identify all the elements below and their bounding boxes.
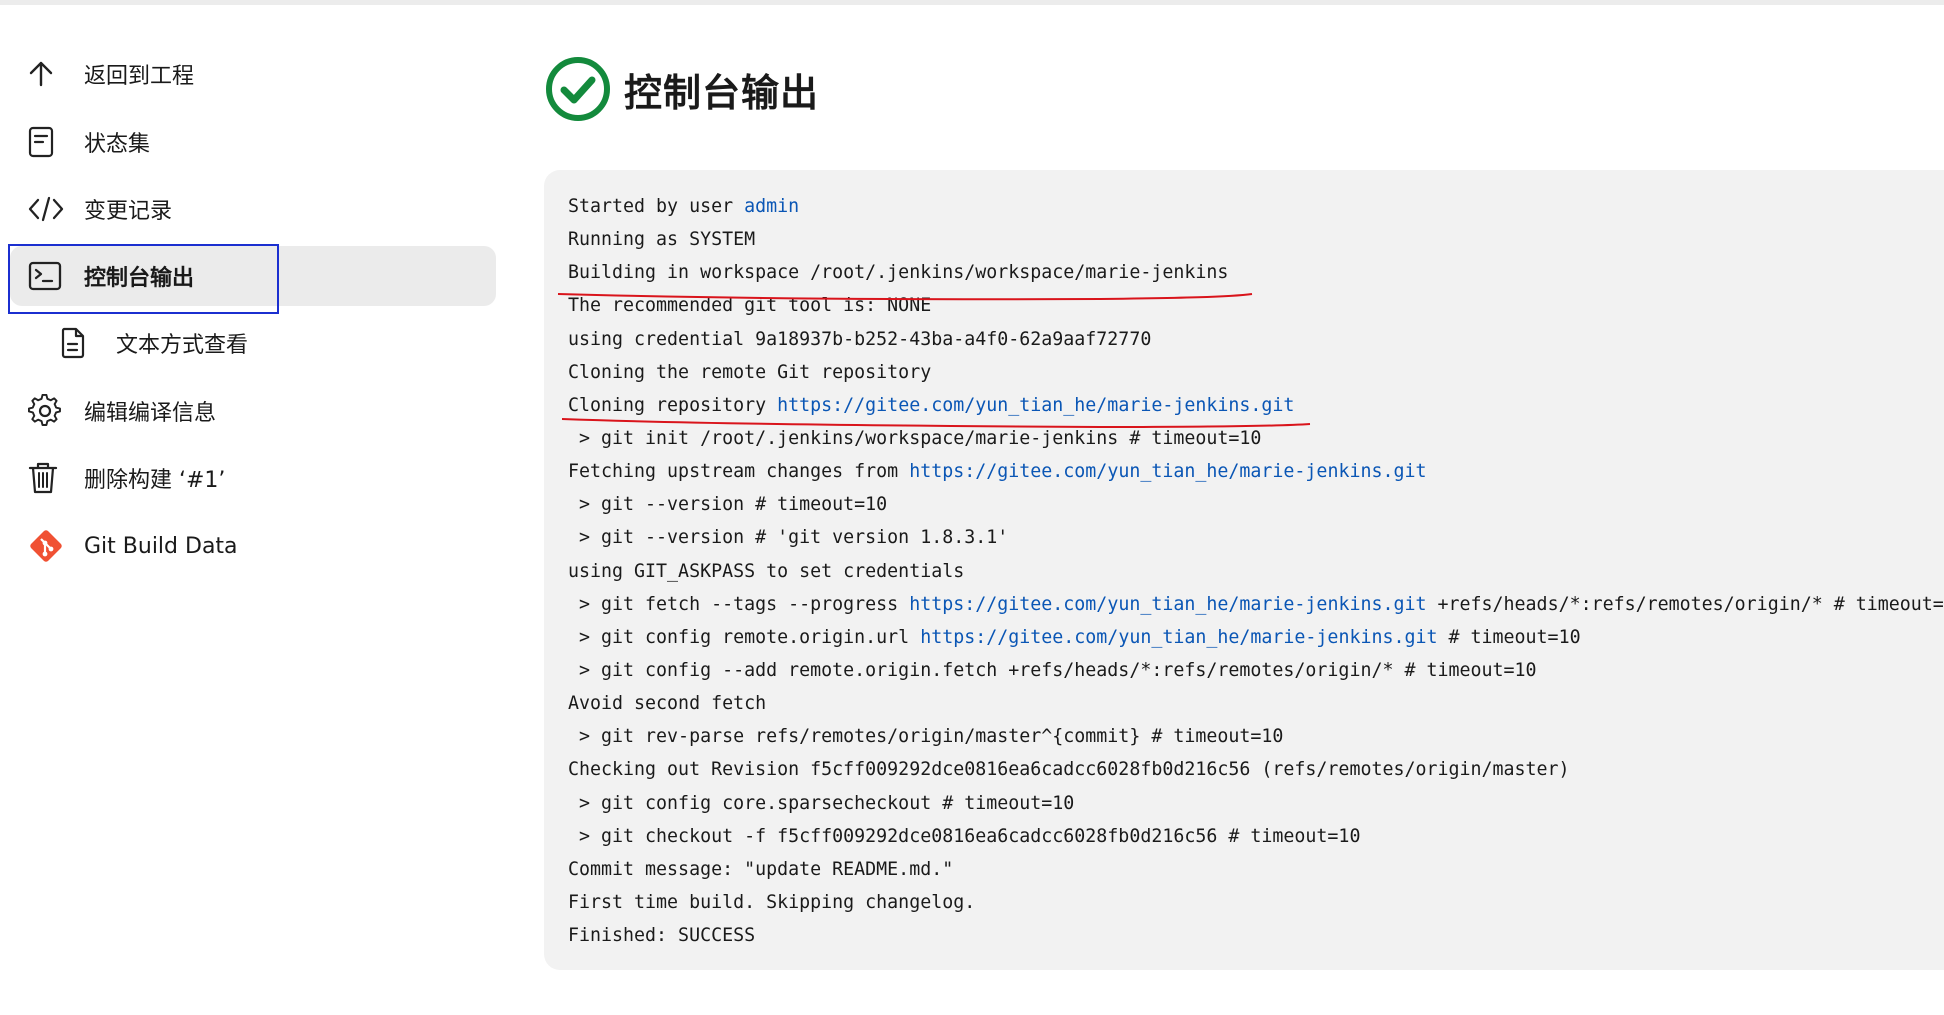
console-line: Cloning repository https://gitee.com/yun… bbox=[568, 389, 1944, 422]
file-icon bbox=[60, 325, 104, 361]
page-title: 控制台输出 bbox=[624, 70, 820, 115]
sidebar-item-label: 编辑编译信息 bbox=[84, 401, 217, 426]
sidebar-item-view-as-text[interactable]: 文本方式查看 bbox=[60, 313, 498, 373]
console-text: > git rev-parse refs/remotes/origin/mast… bbox=[568, 726, 1284, 748]
console-line: > git config remote.origin.url https://g… bbox=[568, 621, 1944, 654]
console-text: > git --version # 'git version 1.8.3.1' bbox=[568, 527, 1009, 549]
console-text: Fetching upstream changes from bbox=[568, 461, 910, 483]
console-line: using GIT_ASKPASS to set credentials bbox=[568, 555, 1944, 588]
sidebar-item-back-to-project[interactable]: 返回到工程 bbox=[28, 44, 498, 104]
page-header: 控制台输出 bbox=[544, 54, 819, 124]
console-text: Building in workspace /root/.jenkins/wor… bbox=[568, 262, 1229, 284]
sidebar-item-label: 状态集 bbox=[84, 132, 151, 157]
console-line: Running as SYSTEM bbox=[568, 223, 1944, 256]
sidebar-item-delete-build[interactable]: 删除构建 ‘#1’ bbox=[28, 448, 498, 508]
console-text: Cloning the remote Git repository bbox=[568, 361, 932, 383]
code-icon bbox=[28, 191, 72, 227]
console-text: > git config --add remote.origin.fetch +… bbox=[568, 659, 1537, 681]
gear-icon bbox=[28, 393, 72, 429]
sidebar-item-status[interactable]: 状态集 bbox=[28, 112, 498, 172]
console-text: using credential 9a18937b-b252-43ba-a4f0… bbox=[568, 328, 1152, 350]
annotation-blue-box bbox=[8, 244, 279, 314]
console-line: Avoid second fetch bbox=[568, 687, 1944, 720]
console-text: Running as SYSTEM bbox=[568, 229, 756, 251]
console-text: Started by user bbox=[568, 196, 745, 217]
console-text: Checking out Revision f5cff009292dce0816… bbox=[568, 759, 1570, 781]
console-line: > git init /root/.jenkins/workspace/mari… bbox=[568, 422, 1944, 455]
console-lines: Started by user admin Running as SYSTEM Bu… bbox=[568, 190, 1944, 952]
console-text: > git fetch --tags --progress bbox=[568, 593, 910, 615]
console-text: using GIT_ASKPASS to set credentials bbox=[568, 560, 965, 582]
console-text: > git config remote.origin.url bbox=[568, 626, 921, 648]
console-line: Building in workspace /root/.jenkins/wor… bbox=[568, 256, 1944, 289]
console-line: First time build. Skipping changelog. bbox=[568, 886, 1944, 919]
console-text: Finished: SUCCESS bbox=[568, 925, 756, 947]
console-text: The recommended git tool is: NONE bbox=[568, 295, 932, 317]
console-line: Commit message: "update README.md." bbox=[568, 853, 1944, 886]
console-line: > git rev-parse refs/remotes/origin/mast… bbox=[568, 720, 1944, 753]
console-text: > git --version # timeout=10 bbox=[568, 494, 888, 516]
sidebar-item-label: 文本方式查看 bbox=[116, 333, 249, 358]
console-text: Avoid second fetch bbox=[568, 693, 767, 715]
console-link[interactable]: admin bbox=[744, 196, 799, 217]
sidebar-item-changes[interactable]: 变更记录 bbox=[28, 179, 498, 239]
console-text: > git checkout -f f5cff009292dce0816ea6c… bbox=[568, 825, 1361, 847]
top-bar bbox=[0, 0, 1944, 5]
console-line: Fetching upstream changes from https://g… bbox=[568, 455, 1944, 488]
arrow-up-icon bbox=[28, 56, 72, 92]
console-link[interactable]: https://gitee.com/yun_tian_he/marie-jenk… bbox=[909, 594, 1426, 615]
console-link[interactable]: https://gitee.com/yun_tian_he/marie-jenk… bbox=[777, 395, 1294, 416]
success-check-icon bbox=[544, 55, 612, 123]
git-icon bbox=[28, 528, 72, 564]
console-output-panel: Started by user admin Running as SYSTEM Bu… bbox=[544, 170, 1944, 970]
console-line: > git config core.sparsecheckout # timeo… bbox=[568, 787, 1944, 820]
console-line: > git --version # timeout=10 bbox=[568, 488, 1944, 521]
console-line: Checking out Revision f5cff009292dce0816… bbox=[568, 753, 1944, 786]
console-text: > git config core.sparsecheckout # timeo… bbox=[568, 792, 1075, 814]
trash-icon bbox=[28, 460, 72, 496]
document-icon bbox=[28, 124, 72, 160]
sidebar-item-label: 删除构建 ‘#1’ bbox=[84, 468, 226, 493]
sidebar-item-git-build-data[interactable]: Git Build Data bbox=[28, 516, 498, 576]
console-line: Started by user admin bbox=[568, 190, 1944, 223]
console-line: > git config --add remote.origin.fetch +… bbox=[568, 654, 1944, 687]
console-link[interactable]: https://gitee.com/yun_tian_he/marie-jenk… bbox=[920, 627, 1437, 648]
sidebar-item-label: Git Build Data bbox=[84, 533, 238, 559]
console-text: Commit message: "update README.md." bbox=[568, 858, 954, 880]
sidebar-item-label: 返回到工程 bbox=[84, 64, 195, 89]
console-text: First time build. Skipping changelog. bbox=[568, 891, 976, 913]
console-line: > git checkout -f f5cff009292dce0816ea6c… bbox=[568, 820, 1944, 853]
console-link[interactable]: https://gitee.com/yun_tian_he/marie-jenk… bbox=[909, 461, 1426, 482]
console-text: +refs/heads/*:refs/remotes/origin/* # ti… bbox=[1426, 593, 1944, 615]
console-line: using credential 9a18937b-b252-43ba-a4f0… bbox=[568, 323, 1944, 356]
console-line: The recommended git tool is: NONE bbox=[568, 289, 1944, 322]
sidebar-item-edit-build-info[interactable]: 编辑编译信息 bbox=[28, 381, 498, 441]
console-line: > git --version # 'git version 1.8.3.1' bbox=[568, 521, 1944, 554]
console-line: Finished: SUCCESS bbox=[568, 919, 1944, 952]
console-text: # timeout=10 bbox=[1437, 626, 1581, 648]
console-text: Cloning repository bbox=[568, 394, 778, 416]
console-line: > git fetch --tags --progress https://gi… bbox=[568, 588, 1944, 621]
console-line: Cloning the remote Git repository bbox=[568, 356, 1944, 389]
console-text: > git init /root/.jenkins/workspace/mari… bbox=[568, 427, 1262, 449]
sidebar-item-label: 变更记录 bbox=[84, 199, 173, 224]
